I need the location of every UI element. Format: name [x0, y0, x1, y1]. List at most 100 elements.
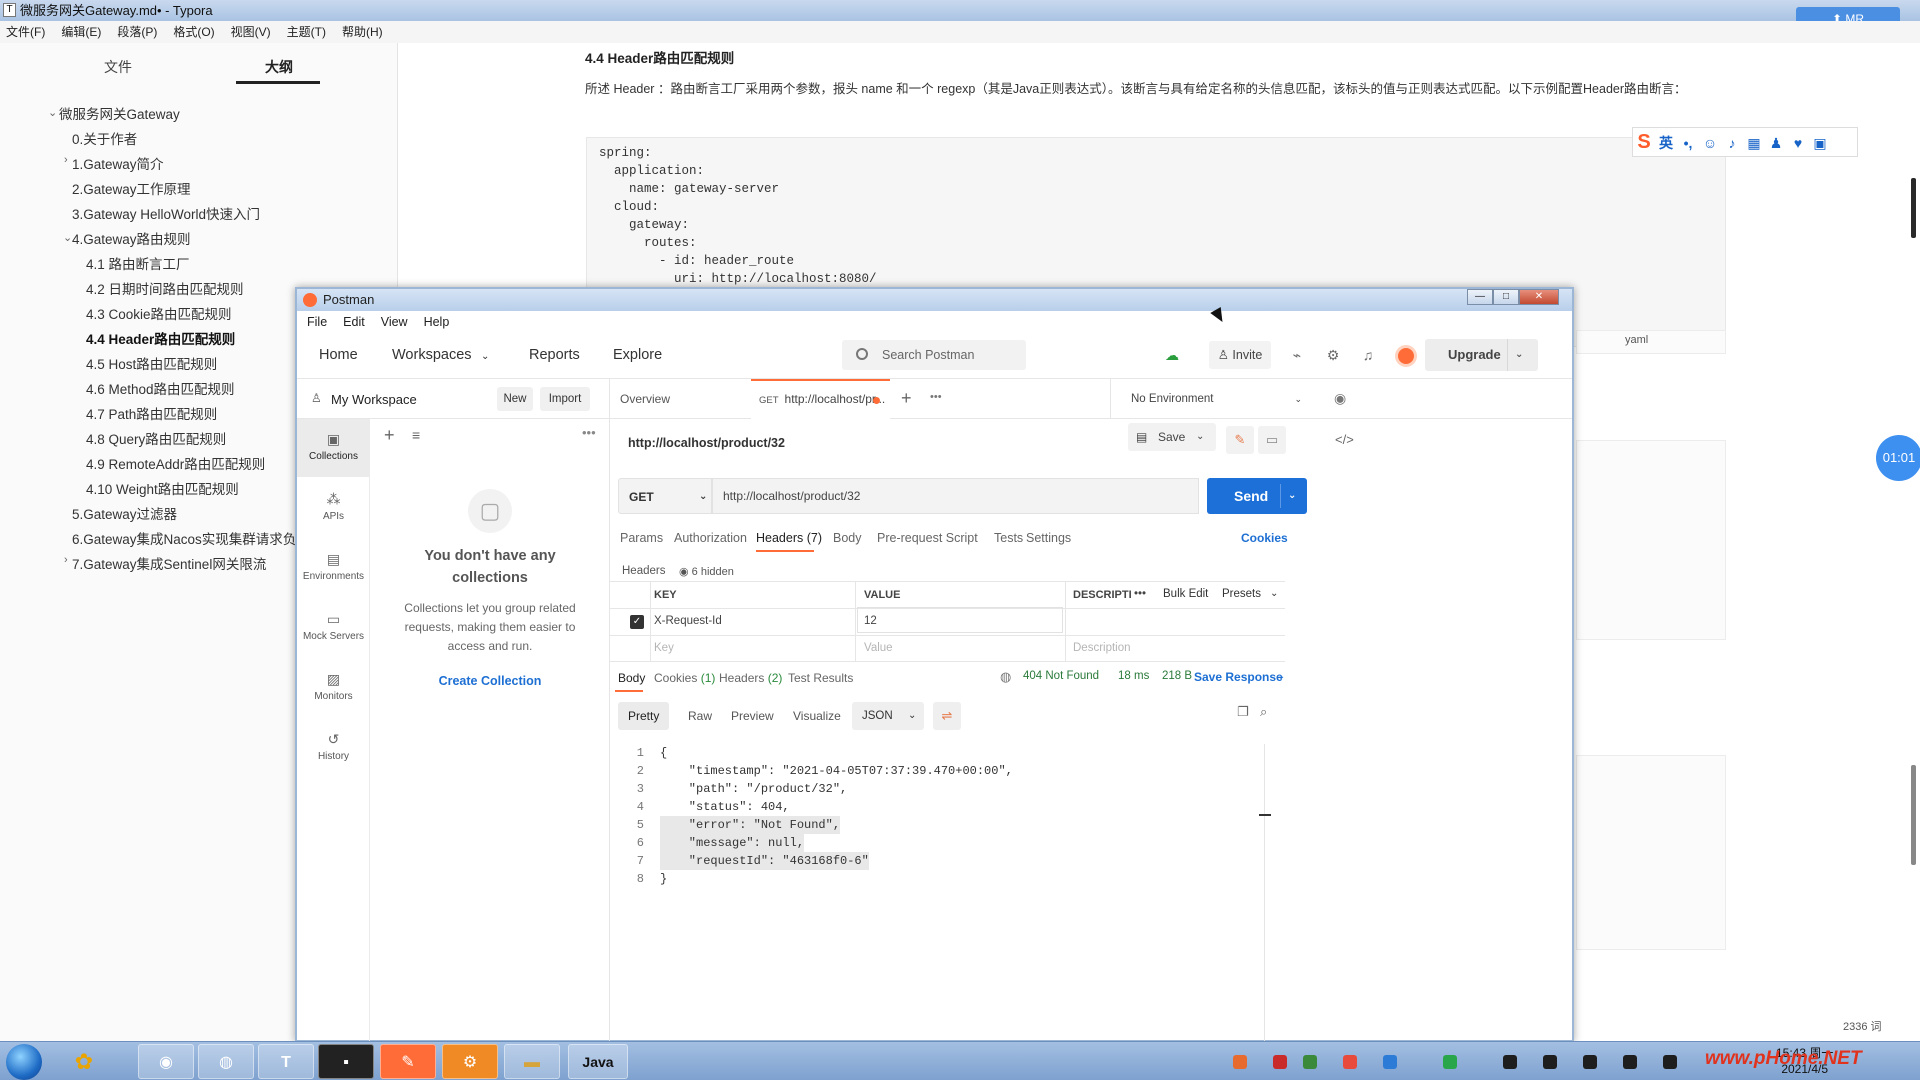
app-icon-launcher[interactable]: ✿ [56, 1044, 112, 1079]
scrollbar-thumb[interactable] [1911, 178, 1916, 238]
outline-item[interactable]: 4.2 日期时间路由匹配规则 [86, 278, 244, 298]
gear-icon[interactable]: ⚙ [1324, 346, 1342, 364]
eye-icon[interactable]: ◉ [1334, 390, 1346, 407]
response-time[interactable]: 18 ms [1118, 670, 1149, 682]
chevron-down-icon[interactable]: ⌄ [1277, 671, 1285, 682]
menu-format[interactable]: 格式(O) [173, 21, 214, 43]
qq-tray-icon[interactable] [1583, 1055, 1597, 1069]
menu-help[interactable]: Help [424, 311, 450, 333]
tab-overview[interactable]: Overview [620, 392, 670, 406]
response-tab-body[interactable]: Body [618, 671, 645, 685]
plus-icon[interactable]: + [384, 425, 395, 446]
minimize-icon[interactable]: — [1467, 289, 1493, 305]
menu-edit[interactable]: 编辑(E) [61, 21, 101, 43]
menu-theme[interactable]: 主题(T) [287, 21, 326, 43]
tray-icon[interactable] [1273, 1055, 1287, 1069]
menu-edit[interactable]: Edit [343, 311, 365, 333]
outline-item[interactable]: 微服务网关Gateway [59, 103, 180, 123]
tray-icon[interactable] [1383, 1055, 1397, 1069]
outline-item[interactable]: 4.9 RemoteAddr路由匹配规则 [86, 453, 265, 473]
chrome-icon[interactable]: ◉ [138, 1044, 194, 1079]
new-tab-icon[interactable]: + [901, 388, 912, 409]
java-app-icon[interactable]: Java [568, 1044, 628, 1079]
bulk-edit-button[interactable]: Bulk Edit [1163, 588, 1208, 600]
nav-home[interactable]: Home [319, 347, 358, 363]
key-placeholder[interactable]: Key [654, 642, 674, 654]
nav-workspaces[interactable]: Workspaces [392, 347, 472, 363]
ime-punct-icon[interactable]: •, [1677, 129, 1699, 157]
outline-item[interactable]: 3.Gateway HelloWorld快速入门 [72, 203, 260, 223]
header-enabled-checkbox[interactable]: ✓ [630, 615, 644, 629]
nav-explore[interactable]: Explore [613, 347, 662, 363]
ime-user-icon[interactable]: ♟ [1765, 129, 1787, 157]
scrollbar-thumb[interactable] [1911, 765, 1916, 865]
tab-body[interactable]: Body [833, 531, 862, 545]
header-key-cell[interactable]: X-Request-Id [654, 615, 722, 627]
outline-item[interactable]: 6.Gateway集成Nacos实现集群请求负 [72, 528, 296, 548]
chevron-down-icon[interactable]: ⌄ [481, 351, 489, 362]
comment-icon[interactable]: ▭ [1258, 426, 1286, 454]
tab-settings[interactable]: Settings [1026, 531, 1071, 545]
tab-request[interactable]: GET http://localhost/pr... [751, 379, 890, 419]
menu-help[interactable]: 帮助(H) [342, 21, 383, 43]
tray-icon[interactable] [1443, 1055, 1457, 1069]
outline-item[interactable]: 4.1 路由断言工厂 [86, 253, 190, 273]
edit-icon[interactable]: ✎ [1226, 426, 1254, 454]
chevron-down-icon[interactable]: ⌄ [63, 231, 72, 244]
scrollbar-track[interactable] [1264, 744, 1265, 1044]
ime-toolbar[interactable]: S 英 •, ☺ ♪ ▦ ♟ ♥ ▣ [1632, 127, 1858, 157]
workspace-name[interactable]: My Workspace [331, 392, 417, 407]
sidebar-item-collections[interactable]: ▣ Collections [297, 419, 370, 477]
cookies-link[interactable]: Cookies [1241, 531, 1288, 545]
bell-icon[interactable]: ♫ [1359, 346, 1377, 364]
satellite-icon[interactable]: ⌁ [1288, 346, 1306, 364]
new-button[interactable]: New [497, 387, 533, 411]
close-icon[interactable]: ✕ [1519, 289, 1559, 305]
menu-file[interactable]: File [307, 311, 327, 333]
code-lang-label[interactable]: yaml [1625, 334, 1648, 346]
response-body[interactable]: 1 { 2 "timestamp": "2021-04-05T07:37:39.4… [620, 744, 1260, 886]
status-badge[interactable]: 404 Not Found [1023, 670, 1099, 682]
more-icon[interactable]: ••• [582, 425, 596, 440]
send-button[interactable]: Send ⌄ [1207, 478, 1307, 514]
ime-lang-toggle[interactable]: 英 [1655, 129, 1677, 157]
outline-item[interactable]: 1.Gateway简介 [72, 153, 164, 173]
format-tab-pretty[interactable]: Pretty [618, 702, 670, 730]
method-select[interactable]: GET ⌄ [618, 478, 712, 514]
ime-logo-icon[interactable]: S [1633, 128, 1655, 156]
presets-dropdown[interactable]: Presets [1222, 588, 1261, 600]
outline-item[interactable]: 4.10 Weight路由匹配规则 [86, 478, 239, 498]
shield-icon[interactable] [1303, 1055, 1317, 1069]
nav-reports[interactable]: Reports [529, 347, 580, 363]
invite-button[interactable]: ♙ Invite [1209, 341, 1271, 369]
copy-icon[interactable]: ❐ [1237, 704, 1249, 720]
qq-tray-icon[interactable] [1543, 1055, 1557, 1069]
filter-icon[interactable]: ≡ [412, 427, 420, 443]
more-icon[interactable]: ••• [930, 391, 942, 403]
outline-item[interactable]: 4.8 Query路由匹配规则 [86, 428, 226, 448]
chevron-down-icon[interactable]: ⌄ [1196, 423, 1204, 451]
outline-item[interactable]: 4.6 Method路由匹配规则 [86, 378, 235, 398]
ime-emoji-icon[interactable]: ☺ [1699, 129, 1721, 157]
outline-item[interactable]: 2.Gateway工作原理 [72, 178, 191, 198]
outline-item[interactable]: 4.Gateway路由规则 [72, 228, 191, 248]
menu-view[interactable]: View [381, 311, 408, 333]
speaker-icon[interactable] [1663, 1055, 1677, 1069]
sidebar-item-history[interactable]: ↺ History [297, 719, 370, 777]
menu-paragraph[interactable]: 段落(P) [117, 21, 157, 43]
outline-item[interactable]: 5.Gateway过滤器 [72, 503, 177, 523]
response-size[interactable]: 218 B [1162, 670, 1192, 682]
sogou-tray-icon[interactable] [1233, 1055, 1247, 1069]
tab-outline[interactable]: 大纲 [265, 57, 293, 77]
sidebar-item-apis[interactable]: ⁂ APIs [297, 479, 370, 537]
hidden-headers-toggle[interactable]: ◉ 6 hidden [679, 565, 734, 578]
code-icon[interactable]: </> [1335, 432, 1354, 447]
chevron-right-icon[interactable]: › [64, 154, 68, 166]
browser-icon[interactable]: ◍ [198, 1044, 254, 1079]
chevron-right-icon[interactable]: › [64, 554, 68, 566]
outline-item[interactable]: 0.关于作者 [72, 128, 137, 148]
header-value-field[interactable] [857, 607, 1063, 633]
outline-item-active[interactable]: 4.4 Header路由匹配规则 [86, 328, 235, 348]
outline-item[interactable]: 4.3 Cookie路由匹配规则 [86, 303, 232, 323]
value-placeholder[interactable]: Value [864, 642, 893, 654]
